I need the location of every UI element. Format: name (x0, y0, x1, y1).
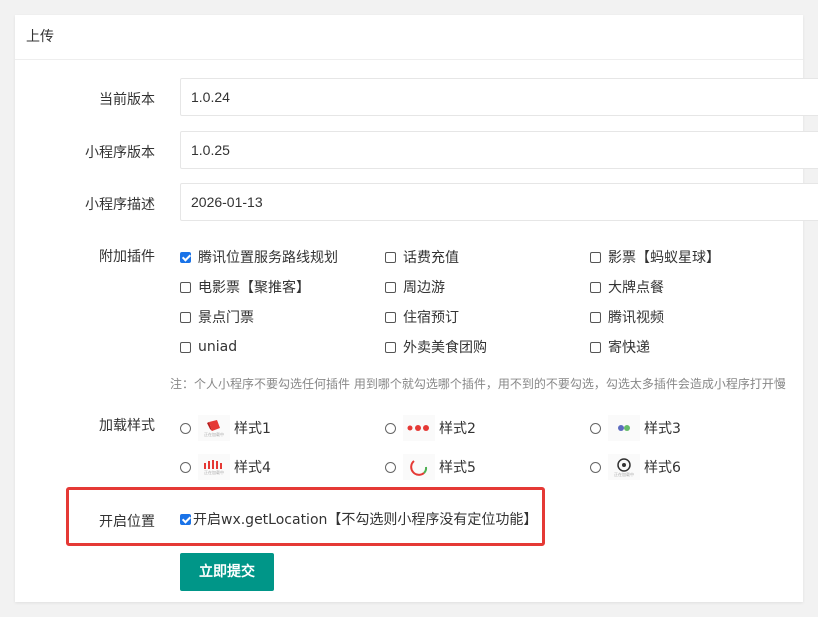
plugin-label: 电影票【聚推客】 (198, 280, 310, 296)
plugin-checkbox[interactable]: 大牌点餐 (590, 277, 664, 297)
plugin-label: 大牌点餐 (608, 280, 664, 296)
loading-style-label-text: 样式1 (234, 421, 271, 437)
ring-dot-icon: 正在加载中 (608, 454, 640, 480)
plugin-checkbox[interactable]: 住宿预订 (385, 307, 459, 327)
red-dots-icon (403, 415, 435, 441)
plugin-label: 住宿预订 (403, 310, 459, 326)
checkbox-checked-icon[interactable] (180, 251, 191, 263)
radio-icon[interactable] (180, 422, 191, 434)
checkbox-icon[interactable] (590, 251, 601, 263)
plugin-label: 影票【蚂蚁星球】 (608, 250, 720, 266)
plugin-checkbox[interactable]: 外卖美食团购 (385, 337, 487, 357)
loading-style-label-text: 样式5 (439, 460, 476, 476)
plugin-label: 景点门票 (198, 310, 254, 326)
card-title: 上传 (15, 15, 803, 60)
red-cube-icon: 正在加载中 (198, 415, 230, 441)
plugin-checkbox[interactable]: 周边游 (385, 277, 445, 297)
plugins-label: 附加插件 (99, 249, 155, 265)
plugin-label: 话费充值 (403, 250, 459, 266)
plugin-checkbox[interactable]: 腾讯位置服务路线规划 (180, 247, 338, 267)
loading-style-option[interactable]: 样式3 (590, 415, 681, 441)
mp-version-field[interactable]: 1.0.25 (180, 131, 818, 169)
loading-style-option[interactable]: 正在加载中 样式6 (590, 454, 681, 480)
plugins-note: 注：个人小程序不要勾选任何插件 用到哪个就勾选哪个插件，用不到的不要勾选，勾选太… (170, 377, 786, 391)
plugin-label: 腾讯视频 (608, 310, 664, 326)
checkbox-icon[interactable] (180, 311, 191, 323)
loading-style-label-text: 样式4 (234, 460, 271, 476)
arc-spinner-icon (403, 454, 435, 480)
radio-icon[interactable] (590, 422, 601, 434)
loading-style-option[interactable]: 样式2 (385, 415, 476, 441)
plugin-checkbox[interactable]: 影票【蚂蚁星球】 (590, 247, 720, 267)
plugin-checkbox[interactable]: 腾讯视频 (590, 307, 664, 327)
plugin-label: 外卖美食团购 (403, 340, 487, 356)
radio-icon[interactable] (590, 461, 601, 473)
red-bars-icon: 正在加载中 (198, 454, 230, 480)
checkbox-icon[interactable] (590, 341, 601, 353)
loading-style-option[interactable]: 正在加载中 样式1 (180, 415, 271, 441)
plugin-checkbox[interactable]: 寄快递 (590, 337, 650, 357)
radio-icon[interactable] (180, 461, 191, 473)
plugin-checkbox[interactable]: 景点门票 (180, 307, 254, 327)
plugin-checkbox[interactable]: 电影票【聚推客】 (180, 277, 310, 297)
checkbox-icon[interactable] (385, 311, 396, 323)
plugin-label: 寄快递 (608, 340, 650, 356)
submit-button[interactable]: 立即提交 (180, 553, 274, 591)
checkbox-icon[interactable] (385, 341, 396, 353)
checkbox-icon[interactable] (180, 281, 191, 293)
loading-style-label-text: 样式2 (439, 421, 476, 437)
current-version-label: 当前版本 (99, 92, 155, 108)
plugin-checkbox[interactable]: uniad (180, 337, 237, 357)
radio-icon[interactable] (385, 422, 396, 434)
radio-icon[interactable] (385, 461, 396, 473)
highlight-box (66, 487, 545, 546)
loading-style-option[interactable]: 样式5 (385, 454, 476, 480)
checkbox-icon[interactable] (590, 311, 601, 323)
checkbox-icon[interactable] (385, 251, 396, 263)
loading-style-label-text: 样式3 (644, 421, 681, 437)
plugin-label: uniad (198, 339, 238, 355)
mp-desc-field[interactable]: 2026-01-13 (180, 183, 818, 221)
loading-style-option[interactable]: 正在加载中 样式4 (180, 454, 271, 480)
mp-version-label: 小程序版本 (85, 145, 155, 161)
loading-style-label-text: 样式6 (644, 460, 681, 476)
plugin-label: 周边游 (403, 280, 445, 296)
loading-style-label: 加载样式 (99, 418, 155, 434)
plugin-checkbox[interactable]: 话费充值 (385, 247, 459, 267)
checkbox-icon[interactable] (180, 341, 191, 353)
plugin-label: 腾讯位置服务路线规划 (198, 250, 338, 266)
blue-green-dots-icon (608, 415, 640, 441)
checkbox-icon[interactable] (385, 281, 396, 293)
checkbox-icon[interactable] (590, 281, 601, 293)
mp-desc-label: 小程序描述 (85, 197, 155, 213)
current-version-field[interactable]: 1.0.24 (180, 78, 818, 116)
